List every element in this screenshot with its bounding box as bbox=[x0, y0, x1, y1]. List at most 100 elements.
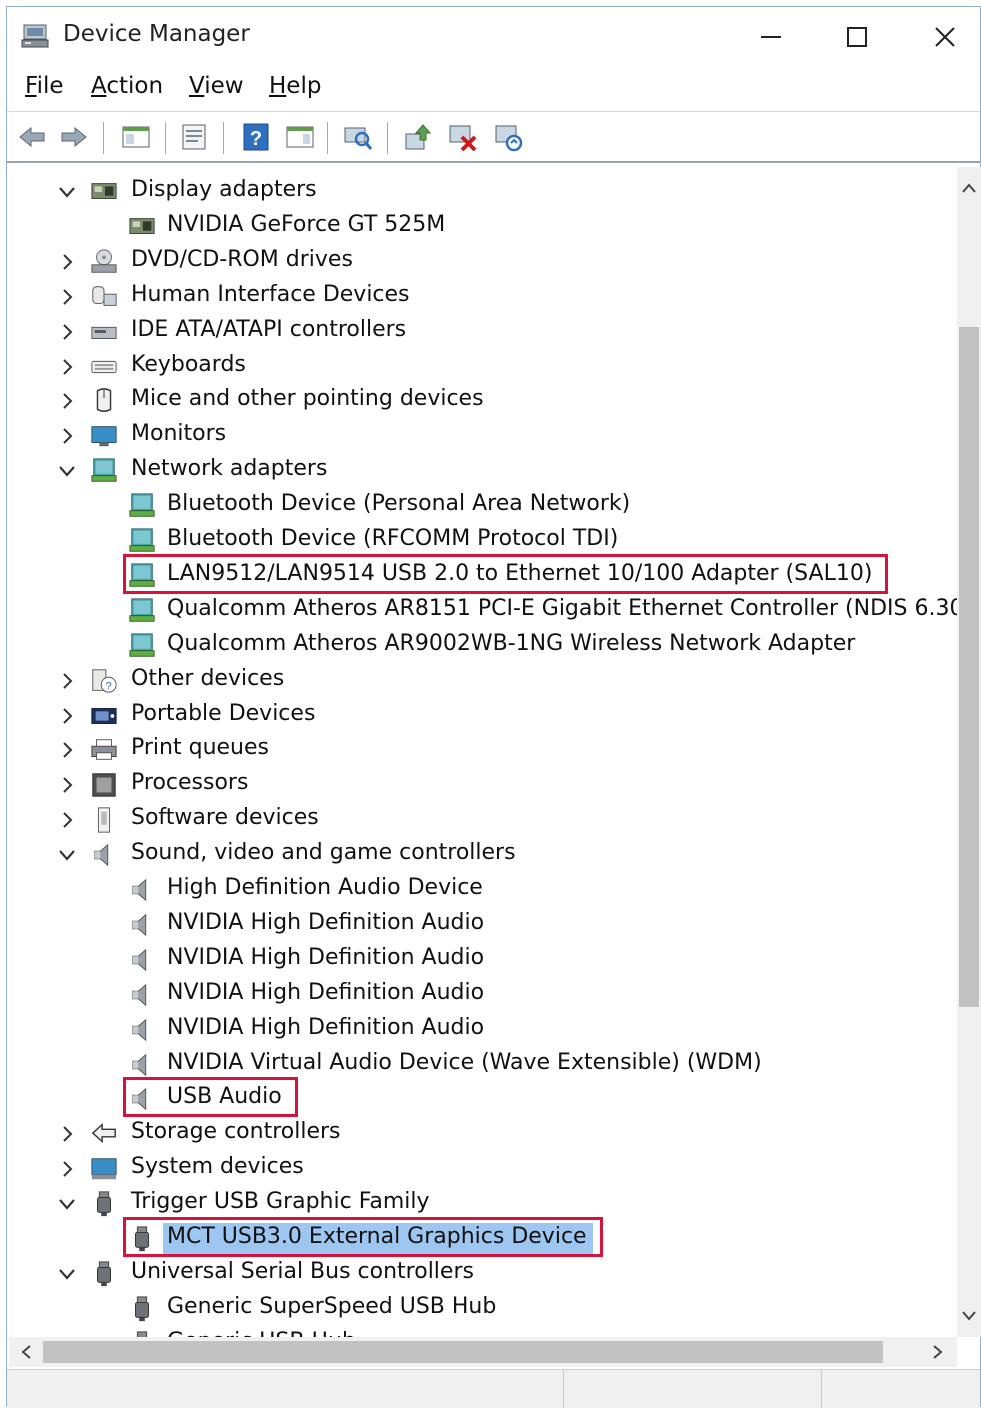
help-icon[interactable]: ? bbox=[241, 122, 271, 152]
enable-device-icon[interactable] bbox=[493, 122, 523, 152]
forward-icon[interactable] bbox=[59, 122, 89, 152]
tree-device-row[interactable]: Qualcomm Atheros AR9002WB-1NG Wireless N… bbox=[9, 629, 957, 664]
tree-category-row[interactable]: ? Other devices bbox=[9, 664, 957, 699]
tree-device-row[interactable]: LAN9512/LAN9514 USB 2.0 to Ethernet 10/1… bbox=[9, 553, 957, 594]
tree-device-row[interactable]: NVIDIA High Definition Audio bbox=[9, 908, 957, 943]
device-tree[interactable]: Display adapters NVIDIA GeForce GT 525M DV… bbox=[9, 167, 957, 1337]
tree-item-label: Other devices bbox=[131, 665, 285, 691]
tree-category-row[interactable]: Processors bbox=[9, 768, 957, 803]
properties-icon[interactable] bbox=[179, 122, 209, 152]
update-driver-icon[interactable] bbox=[403, 122, 433, 152]
tree-category-row[interactable]: Software devices bbox=[9, 803, 957, 838]
tree-item-label: NVIDIA High Definition Audio bbox=[167, 1014, 485, 1040]
close-button[interactable] bbox=[915, 15, 975, 59]
horizontal-scroll-thumb[interactable] bbox=[43, 1341, 883, 1363]
vertical-scrollbar[interactable] bbox=[957, 167, 981, 1337]
minimize-button[interactable] bbox=[741, 15, 801, 59]
chevron-right-icon[interactable] bbox=[57, 354, 77, 380]
tree-category-row[interactable]: Mice and other pointing devices bbox=[9, 384, 957, 419]
show-hide-console-tree-icon[interactable] bbox=[121, 122, 151, 152]
scroll-left-button[interactable] bbox=[11, 1337, 41, 1367]
speaker-icon bbox=[132, 1018, 147, 1041]
chevron-down-icon[interactable] bbox=[57, 1191, 77, 1217]
usb-icon bbox=[97, 1191, 111, 1217]
chevron-right-icon[interactable] bbox=[57, 1156, 77, 1182]
title-bar[interactable]: Device Manager bbox=[7, 7, 980, 65]
tree-item-label: Bluetooth Device (RFCOMM Protocol TDI) bbox=[167, 526, 619, 551]
tree-item-label: Qualcomm Atheros AR8151 PCI-E Gigabit Et… bbox=[167, 595, 957, 621]
back-icon[interactable] bbox=[17, 122, 47, 152]
chevron-right-icon[interactable] bbox=[57, 319, 77, 345]
tree-category-row[interactable]: Portable Devices bbox=[9, 699, 957, 734]
tree-category-row[interactable]: DVD/CD-ROM drives bbox=[9, 245, 957, 280]
chevron-right-icon[interactable] bbox=[57, 668, 77, 694]
tree-device-row[interactable]: NVIDIA High Definition Audio bbox=[9, 978, 957, 1013]
chevron-down-icon[interactable] bbox=[57, 179, 77, 205]
scan-hardware-icon[interactable] bbox=[343, 122, 373, 152]
tree-device-row[interactable]: Bluetooth Device (Personal Area Network) bbox=[9, 489, 957, 524]
tree-item-label: Bluetooth Device (Personal Area Network) bbox=[167, 491, 631, 517]
tree-item-label: NVIDIA Virtual Audio Device (Wave Extens… bbox=[167, 1049, 762, 1075]
monitor-icon bbox=[91, 426, 117, 447]
chevron-down-icon[interactable] bbox=[57, 842, 77, 868]
chevron-right-icon[interactable] bbox=[57, 772, 77, 798]
menu-view[interactable]: View bbox=[189, 73, 244, 99]
tree-category-row[interactable]: Monitors bbox=[9, 419, 957, 454]
tree-device-row[interactable]: NVIDIA High Definition Audio bbox=[9, 1013, 957, 1048]
menu-bar: File Action View Help bbox=[7, 67, 980, 111]
tree-device-row[interactable]: Qualcomm Atheros AR8151 PCI-E Gigabit Et… bbox=[9, 594, 957, 629]
portable-device-icon bbox=[91, 707, 117, 724]
speaker-icon bbox=[132, 983, 147, 1006]
tree-device-row[interactable]: Generic USB Hub bbox=[9, 1327, 957, 1337]
maximize-button[interactable] bbox=[827, 15, 887, 59]
ide-controller-icon bbox=[91, 326, 117, 339]
tree-category-row[interactable]: IDE ATA/ATAPI controllers bbox=[9, 315, 957, 350]
tree-item-label: System devices bbox=[131, 1154, 304, 1180]
menu-action-label: ction bbox=[106, 73, 164, 99]
chevron-down-icon[interactable] bbox=[57, 458, 77, 484]
tree-category-row[interactable]: Display adapters bbox=[9, 175, 957, 210]
tree-category-row[interactable]: Storage controllers bbox=[9, 1117, 957, 1152]
scroll-right-button[interactable] bbox=[923, 1337, 953, 1367]
horizontal-scrollbar[interactable] bbox=[9, 1337, 957, 1367]
chevron-right-icon[interactable] bbox=[57, 1121, 77, 1147]
menu-help-label: elp bbox=[286, 73, 322, 99]
menu-action[interactable]: Action bbox=[91, 73, 163, 99]
menu-action-accesskey: A bbox=[91, 73, 107, 99]
menu-help[interactable]: Help bbox=[269, 73, 321, 99]
chevron-right-icon[interactable] bbox=[57, 249, 77, 275]
tree-device-row[interactable]: USB Audio bbox=[9, 1077, 957, 1118]
tree-device-row[interactable]: High Definition Audio Device bbox=[9, 873, 957, 908]
chevron-right-icon[interactable] bbox=[57, 703, 77, 729]
tree-category-row[interactable]: System devices bbox=[9, 1152, 957, 1187]
tree-device-row[interactable]: NVIDIA GeForce GT 525M bbox=[9, 210, 957, 245]
system-device-icon bbox=[91, 1158, 117, 1180]
toolbar-separator bbox=[165, 122, 166, 154]
annotation-highlight-box bbox=[123, 1217, 603, 1257]
tree-category-row[interactable]: Keyboards bbox=[9, 350, 957, 385]
chevron-down-icon[interactable] bbox=[57, 1261, 77, 1287]
tree-category-row[interactable]: Network adapters bbox=[9, 454, 957, 489]
chevron-right-icon[interactable] bbox=[57, 284, 77, 310]
tree-device-row[interactable]: Generic SuperSpeed USB Hub bbox=[9, 1292, 957, 1327]
tree-item-label: Mice and other pointing devices bbox=[131, 386, 484, 412]
menu-file-accesskey: F bbox=[25, 73, 37, 99]
chevron-right-icon[interactable] bbox=[57, 807, 77, 833]
tree-device-row[interactable]: NVIDIA High Definition Audio bbox=[9, 943, 957, 978]
tree-item-label: Keyboards bbox=[131, 351, 246, 377]
action-pane-icon[interactable] bbox=[285, 122, 315, 152]
tree-item-label: High Definition Audio Device bbox=[167, 875, 483, 900]
scroll-up-button[interactable] bbox=[957, 173, 981, 203]
scroll-down-button[interactable] bbox=[957, 1301, 981, 1331]
chevron-right-icon[interactable] bbox=[57, 423, 77, 449]
menu-file[interactable]: File bbox=[25, 73, 64, 99]
tree-device-row[interactable]: MCT USB3.0 External Graphics Device bbox=[9, 1217, 957, 1257]
chevron-right-icon[interactable] bbox=[57, 388, 77, 414]
chevron-right-icon[interactable] bbox=[57, 737, 77, 763]
tree-category-row[interactable]: Print queues bbox=[9, 733, 957, 768]
tree-category-row[interactable]: Universal Serial Bus controllers bbox=[9, 1257, 957, 1292]
tree-category-row[interactable]: Sound, video and game controllers bbox=[9, 838, 957, 873]
vertical-scroll-thumb[interactable] bbox=[959, 327, 979, 1007]
uninstall-device-icon[interactable] bbox=[447, 122, 477, 152]
tree-category-row[interactable]: Human Interface Devices bbox=[9, 280, 957, 315]
